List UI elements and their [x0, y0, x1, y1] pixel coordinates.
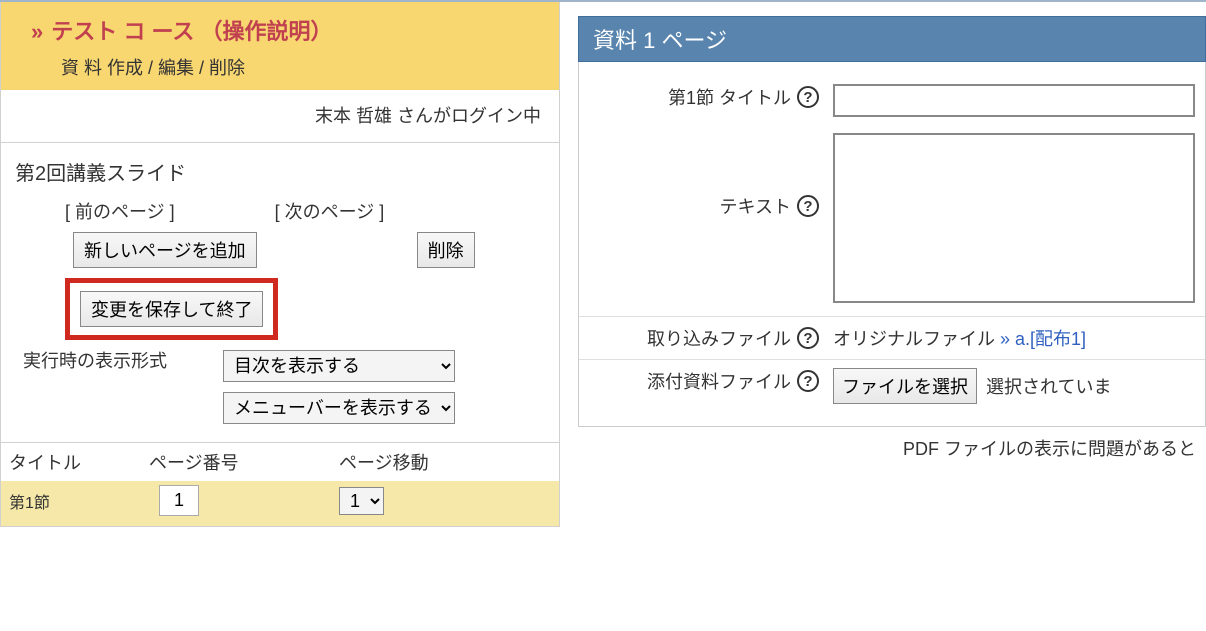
help-icon[interactable]: ? — [797, 86, 819, 108]
section-title-label: 第1節 タイトル — [668, 84, 791, 110]
delete-button[interactable]: 削除 — [417, 232, 475, 268]
help-icon[interactable]: ? — [797, 327, 819, 349]
section-title-input[interactable] — [833, 84, 1195, 117]
title-table-header: タイトル ページ番号 ページ移動 — [1, 442, 559, 481]
slide-section: 第2回講義スライド [ 前のページ ] [ 次のページ ] 新しいページを追加 … — [1, 143, 559, 442]
col-pagenum-header: ページ番号 — [149, 449, 339, 475]
chevron-icon: » — [31, 19, 43, 44]
import-file-link[interactable]: » a.[配布1] — [1000, 329, 1086, 349]
section-name: 第1節 — [9, 489, 149, 513]
display-format-row: 実行時の表示形式 目次を表示する メニューバーを表示する — [15, 350, 545, 432]
title-table-row: 第1節 1 — [1, 481, 559, 526]
import-file-label: 取り込みファイル — [647, 325, 791, 351]
import-file-row: 取り込みファイル ? オリジナルファイル » a.[配布1] — [579, 316, 1205, 359]
display-menu-select[interactable]: メニューバーを表示する — [223, 392, 455, 424]
save-exit-button[interactable]: 変更を保存して終了 — [80, 291, 263, 327]
left-panel: » テスト コ ース （操作説明） 資 料 作成 / 編集 / 削除 末本 哲雄 … — [0, 2, 560, 527]
right-panel: 資料 1 ページ 第1節 タイトル ? テキスト ? — [560, 2, 1206, 527]
file-not-selected-text: 選択されていま — [986, 377, 1111, 397]
course-subtitle: 資 料 作成 / 編集 / 削除 — [31, 54, 541, 80]
pdf-note: PDF ファイルの表示に問題があると — [578, 427, 1206, 461]
attach-file-label: 添付資料ファイル — [647, 368, 791, 394]
text-row: テキスト ? — [579, 125, 1205, 316]
next-page-link[interactable]: [ 次のページ ] — [275, 198, 385, 224]
display-toc-select[interactable]: 目次を表示する — [223, 350, 455, 382]
col-pagemove-header: ページ移動 — [339, 449, 551, 475]
help-icon[interactable]: ? — [797, 195, 819, 217]
button-row: 新しいページを追加 削除 — [15, 232, 545, 268]
help-icon[interactable]: ? — [797, 370, 819, 392]
text-textarea[interactable] — [833, 133, 1195, 303]
add-page-button[interactable]: 新しいページを追加 — [73, 232, 257, 268]
attach-file-row: 添付資料ファイル ? ファイルを選択 選択されていま — [579, 359, 1205, 412]
save-exit-highlight: 変更を保存して終了 — [65, 278, 278, 340]
page-move-select[interactable]: 1 — [339, 487, 384, 515]
page-num-input[interactable] — [159, 485, 199, 516]
file-select-button[interactable]: ファイルを選択 — [833, 368, 977, 404]
course-title: » テスト コ ース （操作説明） — [31, 14, 541, 46]
right-header: 資料 1 ページ — [578, 16, 1206, 62]
course-header: » テスト コ ース （操作説明） 資 料 作成 / 編集 / 削除 — [1, 2, 559, 90]
text-label: テキスト — [720, 193, 791, 219]
display-format-label: 実行時の表示形式 — [23, 350, 203, 373]
course-title-text: テスト コ ース （操作説明） — [51, 19, 332, 44]
slide-title: 第2回講義スライド — [15, 157, 545, 186]
page-nav-row: [ 前のページ ] [ 次のページ ] — [15, 198, 545, 224]
form-area: 第1節 タイトル ? テキスト ? 取り込みファイル — [578, 62, 1206, 427]
section-title-row: 第1節 タイトル ? — [579, 76, 1205, 125]
import-file-prefix: オリジナルファイル — [833, 329, 1000, 349]
prev-page-link[interactable]: [ 前のページ ] — [65, 198, 175, 224]
login-status: 末本 哲雄 さんがログイン中 — [1, 90, 559, 143]
col-title-header: タイトル — [9, 449, 149, 475]
